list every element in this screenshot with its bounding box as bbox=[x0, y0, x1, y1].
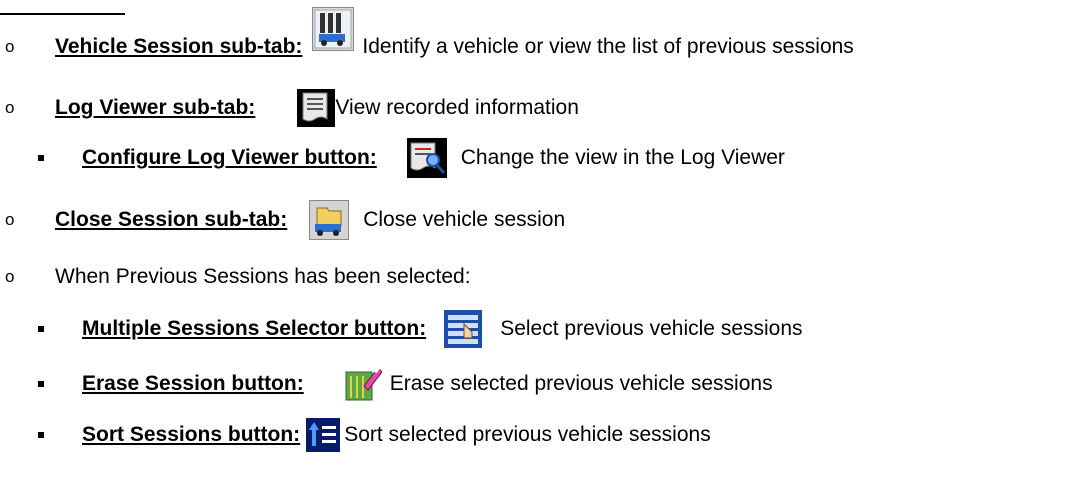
bullet-square bbox=[38, 381, 44, 387]
term-close-session: Close Session sub-tab: bbox=[55, 208, 288, 231]
previous-sessions-heading: When Previous Sessions has been selected… bbox=[55, 265, 471, 288]
list-item-vehicle-session: Vehicle Session sub-tab: Identify a vehi… bbox=[55, 7, 854, 64]
list-item-log-viewer: Log Viewer sub-tab: View recorded inform… bbox=[55, 89, 579, 127]
heading-underline-fragment bbox=[0, 13, 125, 15]
list-item-close-session: Close Session sub-tab: Close vehicle ses… bbox=[55, 200, 566, 240]
close-session-icon bbox=[309, 200, 350, 240]
term-vehicle-session: Vehicle Session sub-tab: bbox=[55, 35, 303, 58]
erase-session-icon bbox=[342, 364, 382, 404]
list-item-sort-sessions: Sort Sessions button: Sort selected prev… bbox=[82, 418, 711, 452]
term-sort-sessions: Sort Sessions button: bbox=[82, 423, 301, 446]
desc-vehicle-session: Identify a vehicle or view the list of p… bbox=[362, 35, 854, 58]
configure-log-viewer-icon bbox=[406, 138, 447, 178]
bullet-square bbox=[38, 155, 44, 161]
list-item-multiple-sessions-selector: Multiple Sessions Selector button: Selec… bbox=[82, 310, 803, 348]
vehicle-session-icon bbox=[312, 7, 355, 51]
desc-multiple-sessions-selector: Select previous vehicle sessions bbox=[500, 317, 803, 340]
bullet-square bbox=[38, 432, 44, 438]
list-item-erase-session: Erase Session button: Erase selected pre… bbox=[82, 364, 773, 404]
multiple-sessions-selector-icon bbox=[444, 310, 483, 348]
list-item-previous-sessions: When Previous Sessions has been selected… bbox=[55, 260, 471, 294]
term-configure-log-viewer: Configure Log Viewer button: bbox=[82, 146, 377, 169]
desc-close-session: Close vehicle session bbox=[363, 208, 566, 231]
bullet: o bbox=[5, 98, 15, 117]
bullet-square bbox=[38, 326, 44, 332]
desc-log-viewer: View recorded information bbox=[335, 96, 579, 119]
bullet: o bbox=[5, 210, 15, 229]
desc-configure-log-viewer: Change the view in the Log Viewer bbox=[460, 146, 785, 169]
term-log-viewer: Log Viewer sub-tab: bbox=[55, 96, 256, 119]
log-viewer-icon bbox=[297, 89, 336, 127]
sort-sessions-icon bbox=[306, 418, 341, 452]
bullet: o bbox=[5, 37, 15, 56]
term-erase-session: Erase Session button: bbox=[82, 372, 304, 395]
desc-sort-sessions: Sort selected previous vehicle sessions bbox=[344, 423, 711, 446]
term-multiple-sessions-selector: Multiple Sessions Selector button: bbox=[82, 317, 427, 340]
list-item-configure-log-viewer: Configure Log Viewer button: Change the … bbox=[82, 138, 785, 178]
desc-erase-session: Erase selected previous vehicle sessions bbox=[389, 372, 773, 395]
bullet: o bbox=[5, 267, 15, 286]
